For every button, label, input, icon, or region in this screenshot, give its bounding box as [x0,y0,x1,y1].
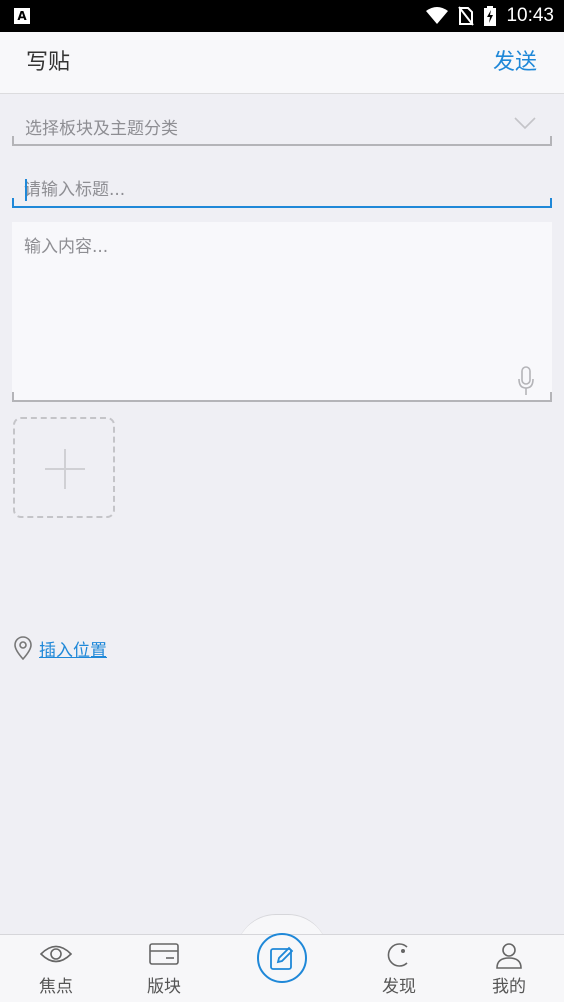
tab-focus[interactable]: 焦点 [0,935,112,1002]
content-field [12,222,552,402]
app-notification-icon: A [14,8,30,24]
text-cursor [25,179,27,201]
field-edge-right [550,198,552,206]
category-select[interactable]: 选择板块及主题分类 [12,110,552,146]
chevron-down-icon [514,117,536,130]
title-input[interactable] [24,176,534,204]
add-image-button[interactable] [13,417,115,518]
tab-boards-label: 版块 [147,977,181,997]
field-edge-right [550,392,552,400]
tab-me[interactable]: 我的 [453,935,564,1002]
app-header: 写贴 发送 [0,32,564,94]
field-edge-left [12,136,14,144]
user-icon [496,943,522,969]
tab-discover[interactable]: 发现 [343,935,455,1002]
location-pin-icon [14,636,32,660]
title-field [12,172,552,208]
tab-boards[interactable]: 版块 [108,935,220,1002]
wifi-icon [426,7,449,24]
discover-icon [387,943,408,967]
tab-discover-label: 发现 [382,977,416,997]
compose-icon [270,946,294,970]
tab-me-label: 我的 [492,977,526,997]
card-icon [149,943,179,965]
field-edge-left [12,392,14,400]
compose-post-button[interactable] [257,933,307,983]
page-title: 写贴 [26,50,71,75]
tab-focus-label: 焦点 [39,977,73,997]
clock: 10:43 [506,5,554,26]
battery-charging-icon [484,6,497,26]
insert-location-link[interactable]: 插入位置 [13,636,107,661]
field-edge-right [550,136,552,144]
status-bar: A 10:43 [0,0,564,32]
plus-icon [45,449,85,489]
microphone-icon[interactable] [518,366,534,396]
eye-icon [40,945,72,963]
field-edge-left [12,198,14,206]
no-sim-icon [458,6,475,26]
send-button[interactable]: 发送 [493,32,537,94]
content-input[interactable] [24,232,514,372]
insert-location-label: 插入位置 [39,640,107,661]
category-select-placeholder: 选择板块及主题分类 [25,119,178,139]
